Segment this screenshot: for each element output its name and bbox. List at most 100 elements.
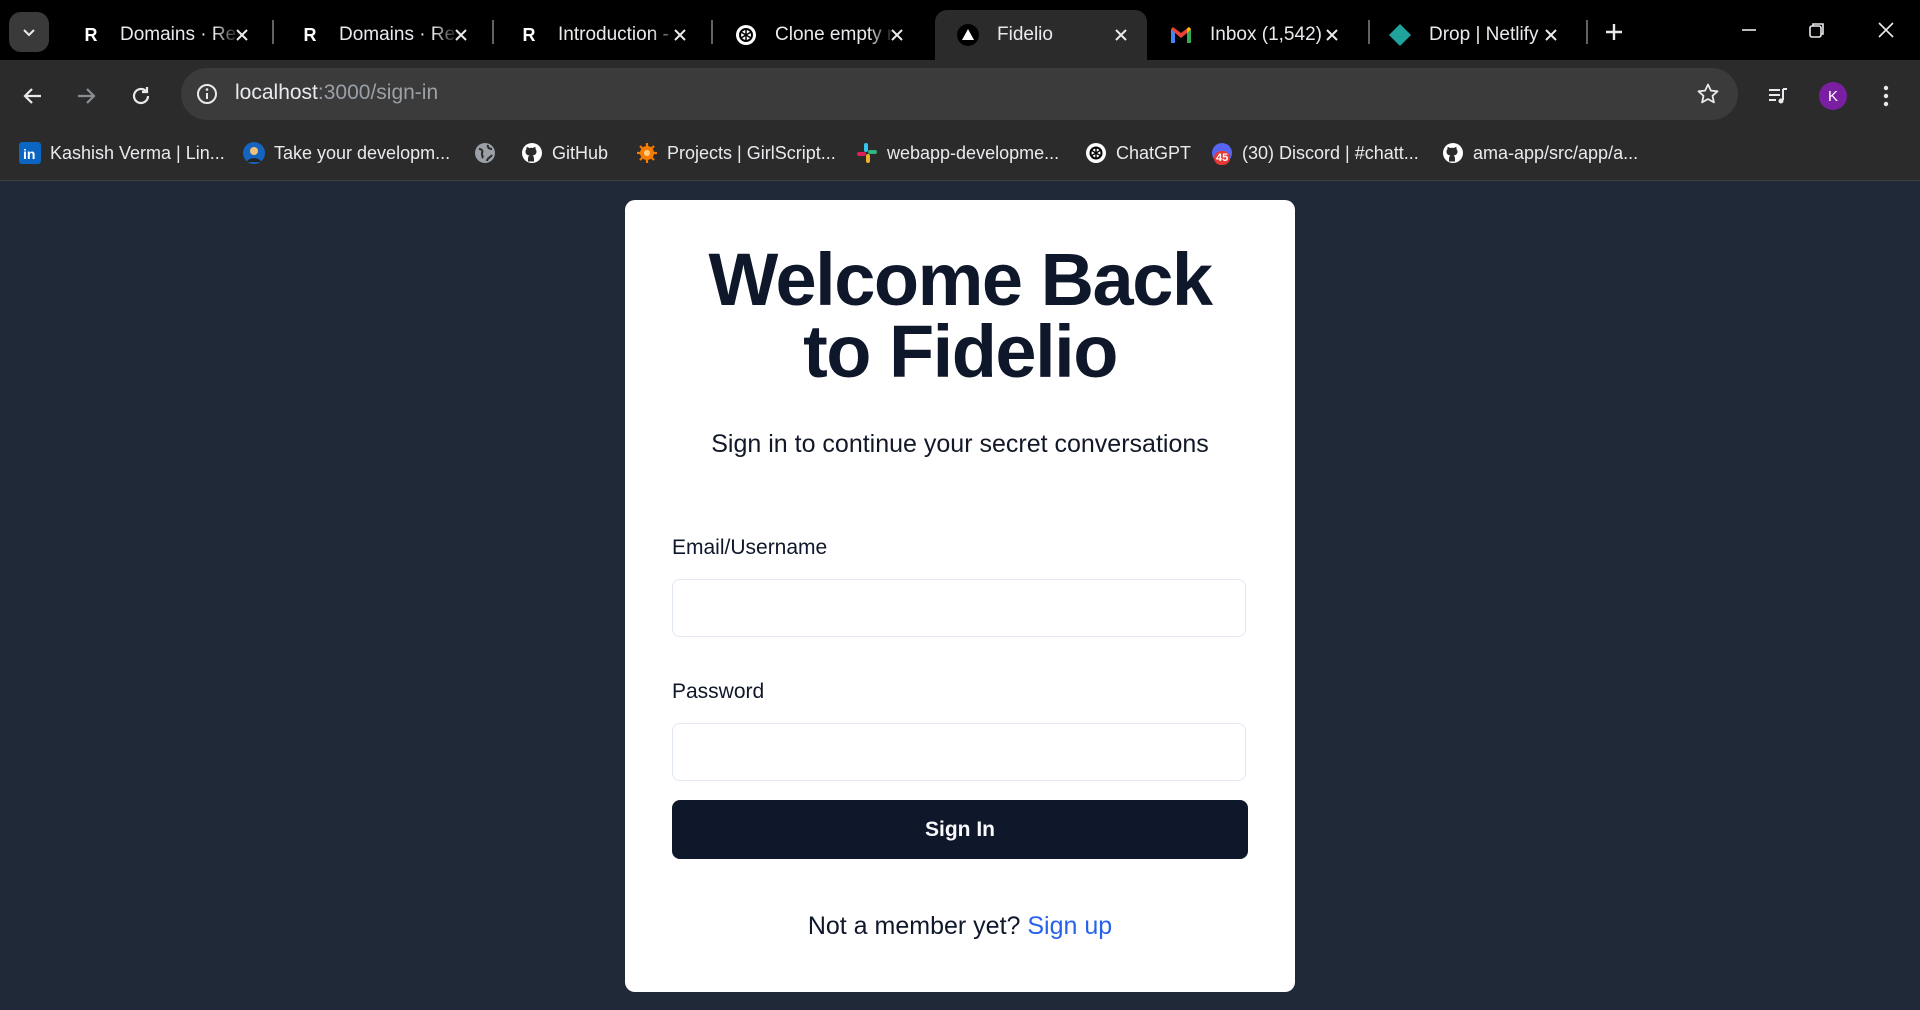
github-icon	[520, 141, 544, 165]
bookmark-ama-app[interactable]: ama-app/src/app/a...	[1441, 138, 1638, 168]
bookmark-slack[interactable]: webapp-developme...	[855, 138, 1059, 168]
plus-icon	[1606, 24, 1622, 40]
girlscript-icon	[635, 141, 659, 165]
tab-gmail-inbox[interactable]: Inbox (1,542)	[1148, 10, 1358, 60]
sign-in-button[interactable]: Sign In	[672, 800, 1248, 859]
page-background: Welcome Back to Fidelio Sign in to conti…	[0, 181, 1920, 1010]
tab-domains-1[interactable]: R Domains · Res	[58, 10, 268, 60]
menu-button[interactable]	[1866, 76, 1906, 116]
openai-icon	[1084, 141, 1108, 165]
bookmark-star-icon[interactable]	[1692, 78, 1724, 110]
tab-introduction[interactable]: R Introduction -	[496, 10, 706, 60]
nextjs-triangle-icon	[955, 22, 981, 48]
page-subtitle: Sign in to continue your secret conversa…	[711, 430, 1209, 458]
restore-button[interactable]	[1793, 12, 1841, 48]
bookmark-globe[interactable]	[473, 138, 505, 168]
tab-clone-empty[interactable]: Clone empty r	[713, 10, 923, 60]
close-icon[interactable]	[1109, 23, 1133, 47]
url-path: :3000/sign-in	[317, 81, 439, 104]
profile-photo-icon	[242, 141, 266, 165]
new-tab-button[interactable]	[1598, 16, 1630, 48]
page-title: Welcome Back to Fidelio	[625, 243, 1295, 389]
discord-icon: 45	[1210, 141, 1234, 165]
notification-badge: 45	[1214, 151, 1231, 165]
tab-fidelio[interactable]: Fidelio	[935, 10, 1147, 60]
bookmark-chatgpt[interactable]: ChatGPT	[1084, 138, 1191, 168]
minimize-icon	[1742, 29, 1756, 31]
window-close-button[interactable]	[1862, 12, 1910, 48]
close-icon[interactable]	[1320, 23, 1344, 47]
reload-icon	[132, 87, 150, 105]
email-label: Email/Username	[672, 536, 828, 559]
sign-up-link[interactable]: Sign up	[1027, 912, 1112, 940]
sign-in-card: Welcome Back to Fidelio Sign in to conti…	[625, 200, 1295, 992]
minimize-button[interactable]	[1725, 12, 1773, 48]
close-icon[interactable]	[885, 23, 909, 47]
playlist-music-icon	[1769, 88, 1787, 104]
bookmark-linkedin[interactable]: in Kashish Verma | Lin...	[18, 138, 225, 168]
kebab-menu-icon	[1883, 85, 1889, 107]
tab-title: Introduction -	[558, 24, 669, 45]
close-icon[interactable]	[668, 23, 692, 47]
tab-separator	[1586, 20, 1588, 44]
chevron-down-icon	[23, 29, 35, 37]
bookmark-label: ChatGPT	[1116, 142, 1192, 163]
arrow-right-icon	[78, 88, 96, 104]
back-button[interactable]	[13, 76, 53, 116]
tab-title: Domains · Res	[339, 24, 459, 45]
signup-prompt: Not a member yet? Sign up	[625, 912, 1295, 941]
tab-title: Domains · Res	[120, 24, 240, 45]
address-bar[interactable]: localhost:3000/sign-in	[181, 68, 1738, 120]
avatar: K	[1819, 82, 1847, 110]
render-icon: R	[522, 24, 536, 45]
slack-icon	[855, 141, 879, 165]
title-line-1: Welcome Back	[708, 238, 1214, 321]
media-control-button[interactable]	[1758, 76, 1798, 116]
close-icon[interactable]	[230, 23, 254, 47]
tab-domains-2[interactable]: R Domains · Res	[277, 10, 487, 60]
bookmark-label: ama-app/src/app/a...	[1473, 142, 1639, 163]
render-icon: R	[303, 24, 317, 45]
bookmark-label: GitHub	[552, 142, 609, 163]
openai-icon	[733, 22, 759, 48]
url-host: localhost	[235, 81, 318, 104]
forward-button[interactable]	[66, 76, 106, 116]
site-info-icon[interactable]	[191, 78, 223, 110]
restore-icon	[1809, 23, 1824, 38]
globe-icon	[473, 141, 497, 165]
svg-text:in: in	[23, 146, 35, 162]
tab-separator	[272, 20, 274, 44]
tab-title: Clone empty r	[775, 24, 894, 45]
bookmarks-bar: in Kashish Verma | Lin... Take your deve…	[0, 132, 1920, 172]
render-icon: R	[84, 24, 98, 45]
bookmark-github[interactable]: GitHub	[520, 138, 608, 168]
bookmark-girlscript[interactable]: Projects | GirlScript...	[635, 138, 836, 168]
password-field[interactable]	[672, 723, 1246, 781]
close-icon	[1878, 22, 1894, 38]
reload-button[interactable]	[121, 76, 161, 116]
tab-separator	[492, 20, 494, 44]
email-field[interactable]	[672, 579, 1246, 637]
gmail-icon	[1168, 22, 1194, 48]
linkedin-icon: in	[18, 141, 42, 165]
bookmark-label: Take your developm...	[274, 142, 451, 163]
close-icon[interactable]	[1539, 23, 1563, 47]
close-icon[interactable]	[449, 23, 473, 47]
bookmark-label: Projects | GirlScript...	[667, 142, 836, 163]
bookmark-label: Kashish Verma | Lin...	[50, 142, 225, 163]
title-line-2: to Fidelio	[803, 310, 1118, 393]
bookmark-label: webapp-developme...	[887, 142, 1060, 163]
bookmark-label: (30) Discord | #chatt...	[1242, 142, 1419, 163]
tab-netlify-drop[interactable]: Drop | Netlify	[1367, 10, 1577, 60]
profile-button[interactable]: K	[1813, 76, 1853, 116]
tab-title: Fidelio	[997, 24, 1053, 45]
password-label: Password	[672, 680, 765, 703]
url-text: localhost:3000/sign-in	[235, 81, 438, 105]
github-icon	[1441, 141, 1465, 165]
tab-search-button[interactable]	[9, 12, 49, 52]
browser-toolbar: localhost:3000/sign-in K in Kashish Verm…	[0, 60, 1920, 180]
arrow-left-icon	[23, 88, 41, 104]
bookmark-take-your-development[interactable]: Take your developm...	[242, 138, 450, 168]
signup-prompt-text: Not a member yet?	[807, 912, 1021, 940]
bookmark-discord[interactable]: 45 (30) Discord | #chatt...	[1210, 138, 1419, 168]
